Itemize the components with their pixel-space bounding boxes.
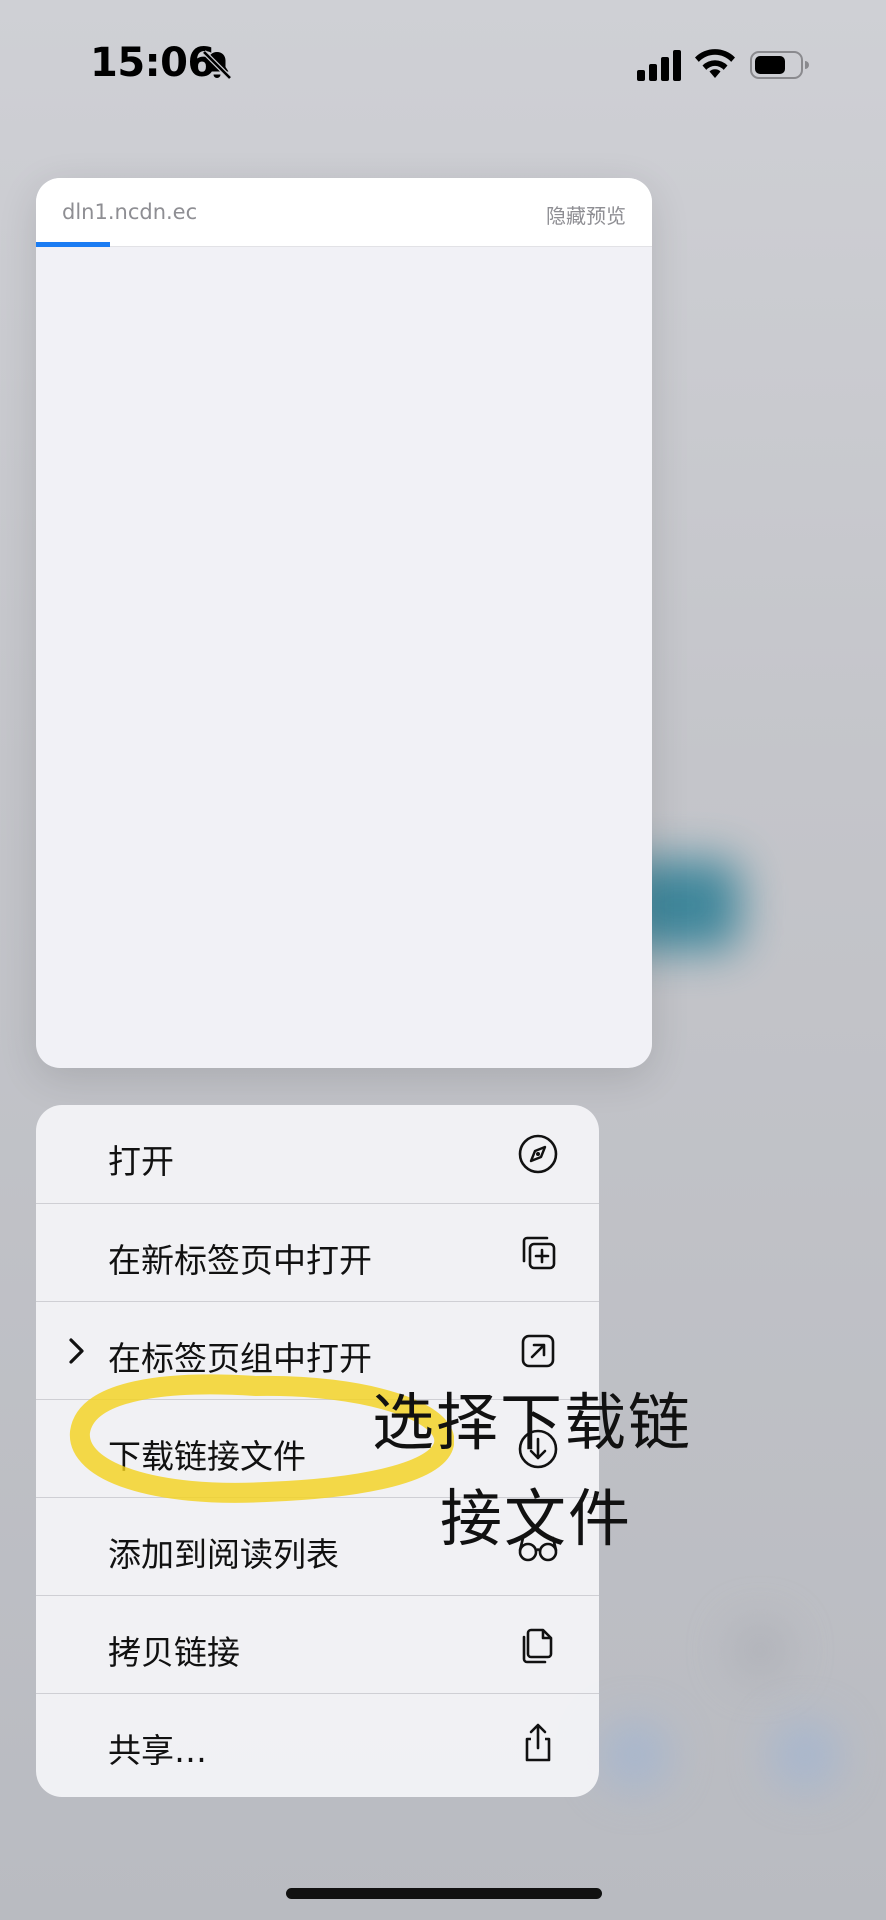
arrow-up-right-square-icon: [521, 1334, 555, 1368]
background-blur-shape: [770, 1720, 840, 1790]
chevron-right-icon: [69, 1338, 84, 1364]
doc-on-doc-icon: [522, 1628, 553, 1664]
bell-slash-icon: [202, 50, 232, 80]
cellular-signal-icon: [637, 50, 681, 81]
share-icon: [525, 1723, 551, 1762]
menu-item-share[interactable]: 共享…: [36, 1693, 599, 1791]
menu-item-open[interactable]: 打开: [36, 1105, 599, 1203]
menu-item-open-in-tab-group[interactable]: 在标签页组中打开: [36, 1301, 599, 1399]
menu-item-label: 在标签页组中打开: [108, 1339, 372, 1378]
hide-preview-button[interactable]: 隐藏预览: [546, 200, 626, 229]
menu-item-label: 下载链接文件: [108, 1437, 306, 1476]
menu-item-label: 拷贝链接: [108, 1633, 240, 1672]
status-time: 15:06: [90, 40, 215, 86]
background-blur-shape: [600, 1720, 670, 1790]
preview-url: dln1.ncdn.ec: [62, 200, 198, 224]
menu-item-label: 共享…: [108, 1731, 207, 1770]
menu-item-label: 添加到阅读列表: [108, 1535, 339, 1574]
battery-icon: [750, 51, 809, 79]
preview-header: dln1.ncdn.ec 隐藏预览: [36, 178, 652, 247]
load-progress-bar: [36, 242, 110, 247]
menu-item-open-new-tab[interactable]: 在新标签页中打开: [36, 1203, 599, 1301]
link-preview[interactable]: dln1.ncdn.ec 隐藏预览: [36, 178, 652, 1068]
menu-item-label: 在新标签页中打开: [108, 1241, 372, 1280]
plus-square-on-square-icon: [522, 1236, 556, 1270]
background-blur-shape: [730, 1620, 790, 1680]
annotation-text-line-2: 接文件: [440, 1482, 633, 1555]
wifi-icon: [695, 49, 735, 78]
menu-item-label: 打开: [108, 1142, 174, 1181]
compass-icon: [518, 1134, 558, 1174]
home-indicator[interactable]: [286, 1888, 602, 1899]
status-bar: 15:06: [0, 0, 886, 130]
menu-item-copy-link[interactable]: 拷贝链接: [36, 1595, 599, 1693]
annotation-text-line-1: 选择下载链: [372, 1386, 693, 1459]
